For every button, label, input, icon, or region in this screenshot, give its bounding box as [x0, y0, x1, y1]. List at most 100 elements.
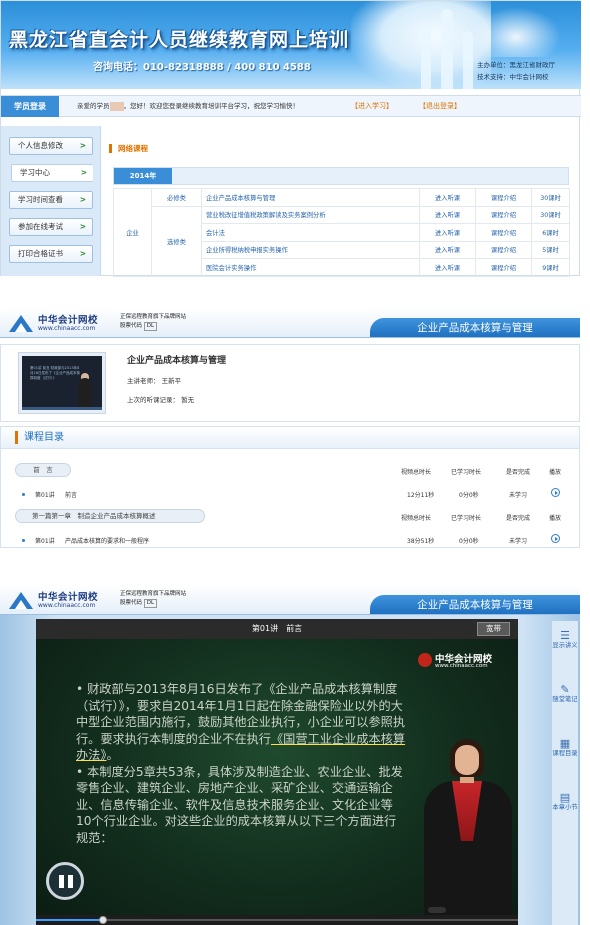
slide-text: • 财政部与2013年8月16日发布了《企业产品成本核算制度（试行）》，要求自2…: [76, 681, 406, 846]
course-intro-link[interactable]: 课程介绍: [475, 258, 532, 277]
lesson-name[interactable]: 前言: [65, 490, 77, 499]
enter-lecture-link[interactable]: 进入听课: [419, 205, 476, 224]
stock-label: 股票代码: [120, 323, 143, 329]
student-login-tab[interactable]: 学员登录: [1, 96, 59, 117]
thumbnail-playbar: [22, 407, 102, 410]
chinaacc-logo-icon: [9, 315, 33, 332]
col-video-duration: 视频总时长: [401, 469, 432, 476]
course-intro-link[interactable]: 课程介绍: [475, 223, 532, 242]
ice-sculpture-image-2: [471, 7, 561, 57]
tool-label: 显示讲义: [552, 642, 578, 649]
lesson-name[interactable]: 产品成本核算的要求和一般程序: [65, 536, 149, 545]
login-bar: 学员登录 亲爱的学员 ，您好！欢迎您登录继续教育培训平台学习，祝您学习愉快！ 【进…: [1, 95, 581, 117]
course-intro-link[interactable]: 课程介绍: [475, 205, 532, 224]
course-name: 企业产品成本核算与管理: [127, 356, 227, 366]
course-thumbnail[interactable]: 第01讲 前言 财政部与2013年8月16日发布了《企业产品成本核算制度（试行）…: [19, 353, 105, 413]
chinaacc-logo-icon: [9, 592, 33, 609]
chapter-title[interactable]: 前 言: [15, 463, 71, 477]
side-item-label: 个人信息修改: [18, 141, 63, 150]
presenter-face-image: [455, 745, 479, 775]
category-cell: 企业: [113, 188, 152, 277]
slide-paragraph-2: • 本制度分5章共53条，具体涉及制造企业、农业企业、批发零售企业、建筑企业、房…: [76, 764, 403, 845]
enter-lecture-link[interactable]: 进入听课: [419, 258, 476, 277]
course-name[interactable]: 医院会计实务操作: [201, 258, 420, 277]
enter-lecture-link[interactable]: 进入听课: [419, 240, 476, 259]
enter-lecture-link[interactable]: 进入听课: [419, 223, 476, 242]
logo-url: www.chinaacc.com: [38, 602, 96, 609]
redacted-username: [109, 101, 124, 111]
presenter-body-image: [78, 378, 92, 410]
tool-class-notes[interactable]: ✎ 随堂笔记: [552, 683, 578, 704]
chapter-title[interactable]: 第一篇第一章 制造企业产品成本核算概述: [15, 509, 205, 523]
course-hours: 9课时: [531, 258, 570, 277]
broadband-button[interactable]: 宽带: [477, 622, 510, 636]
side-item-edit-profile[interactable]: 个人信息修改 >: [9, 137, 93, 155]
side-item-label: 打印合格证书: [18, 249, 63, 258]
required-category: 必修类: [151, 188, 202, 207]
chevron-right-icon: >: [79, 195, 86, 204]
presenter-image: [416, 739, 516, 925]
logo-name[interactable]: 中华会计网校: [38, 312, 98, 326]
welcome-prefix: 亲爱的学员: [77, 102, 110, 110]
pause-button[interactable]: [46, 862, 84, 900]
seek-progress: [36, 919, 104, 921]
col-play: 播放: [549, 469, 562, 476]
video-area[interactable]: 中华会计网校 www.chinaacc.com • 财政部与2013年8月16日…: [36, 639, 518, 925]
banner: 黑龙江省直会计人员继续教育网上培训 咨询电话：010-82318888 / 40…: [1, 1, 581, 89]
tab-year-2014[interactable]: 2014年: [114, 168, 172, 184]
chinaacc-logo-icon: [418, 653, 432, 667]
col-completed: 是否完成: [506, 469, 531, 476]
microphone-image: [428, 907, 446, 913]
ice-tower-image: [463, 31, 473, 89]
side-item-label: 学习中心: [20, 168, 50, 177]
course-info: 第01讲 前言 财政部与2013年8月16日发布了《企业产品成本核算制度（试行）…: [0, 344, 580, 422]
catalog-header: 课程目录: [1, 427, 579, 449]
course-name[interactable]: 企业产品成本核算与管理: [201, 188, 420, 207]
last-record: 上次的听课记录： 暂无: [127, 396, 195, 404]
chevron-right-icon: >: [80, 168, 87, 177]
timeline-dot: [22, 539, 25, 542]
play-icon[interactable]: [551, 488, 560, 497]
consult-phone: 咨询电话：010-82318888 / 400 810 4588: [93, 62, 311, 73]
side-item-study-time[interactable]: 学习时间查看 >: [9, 191, 93, 209]
course-intro-link[interactable]: 课程介绍: [475, 188, 532, 207]
lesson-number: 第01讲: [35, 492, 55, 499]
enter-study-link[interactable]: 【进入学习】: [351, 96, 393, 117]
play-icon[interactable]: [551, 534, 560, 543]
lesson-learned: 0分0秒: [459, 538, 479, 545]
host-organization: 主办单位：黑龙江省财政厅: [477, 61, 555, 69]
site-header: 中华会计网校 www.chinaacc.com 正保远程教育旗下品牌网站 股票代…: [0, 308, 580, 338]
logout-link[interactable]: 【退出登录】: [419, 96, 461, 117]
tool-course-catalog[interactable]: ▦ 课程目录: [552, 737, 578, 758]
tool-chapter-summary[interactable]: ▤ 本章小节: [552, 791, 578, 812]
course-hours: 6课时: [531, 223, 570, 242]
tool-show-notes[interactable]: ☰ 显示讲义: [552, 629, 578, 650]
chevron-right-icon: >: [79, 141, 86, 150]
video-player-panel: 中华会计网校 www.chinaacc.com 正保远程教育旗下品牌网站 股票代…: [0, 585, 580, 925]
video-watermark-logo: 中华会计网校 www.chinaacc.com: [418, 651, 510, 673]
training-portal-panel: 黑龙江省直会计人员继续教育网上培训 咨询电话：010-82318888 / 40…: [0, 0, 581, 277]
course-name[interactable]: 会计法: [201, 223, 420, 242]
seek-handle[interactable]: [99, 916, 108, 924]
course-intro-link[interactable]: 课程介绍: [475, 240, 532, 259]
side-item-online-exam[interactable]: 参加在线考试 >: [9, 218, 93, 236]
course-name[interactable]: 企业所得税纳税申报实务操作: [201, 240, 420, 259]
chevron-right-icon: >: [79, 249, 86, 258]
slogan: 正保远程教育旗下品牌网站 股票代码 DL: [120, 590, 186, 608]
lesson-title: 第01讲 前言: [251, 624, 303, 633]
course-name[interactable]: 营业税改征增值税政策解读及实务案例分析: [201, 205, 420, 224]
enter-lecture-link[interactable]: 进入听课: [419, 188, 476, 207]
list-icon: ☰: [560, 629, 570, 642]
lesson-status: 未学习: [509, 538, 528, 545]
seek-bar[interactable]: [36, 915, 518, 925]
side-item-study-center[interactable]: 学习中心 >: [11, 164, 93, 182]
catalog-title: 课程目录: [15, 431, 64, 444]
logo-name[interactable]: 中华会计网校: [38, 589, 98, 603]
tool-label: 本章小节: [552, 804, 578, 811]
course-catalog: 课程目录 前 言 视频总时长 已学习时长 是否完成 播放 第01讲 前言 12分…: [0, 426, 580, 548]
side-item-print-certificate[interactable]: 打印合格证书 >: [9, 245, 93, 263]
lesson-learned: 0分0秒: [459, 492, 479, 499]
side-item-label: 参加在线考试: [18, 222, 63, 231]
pause-icon: [68, 875, 73, 888]
col-video-duration: 视频总时长: [401, 515, 432, 522]
